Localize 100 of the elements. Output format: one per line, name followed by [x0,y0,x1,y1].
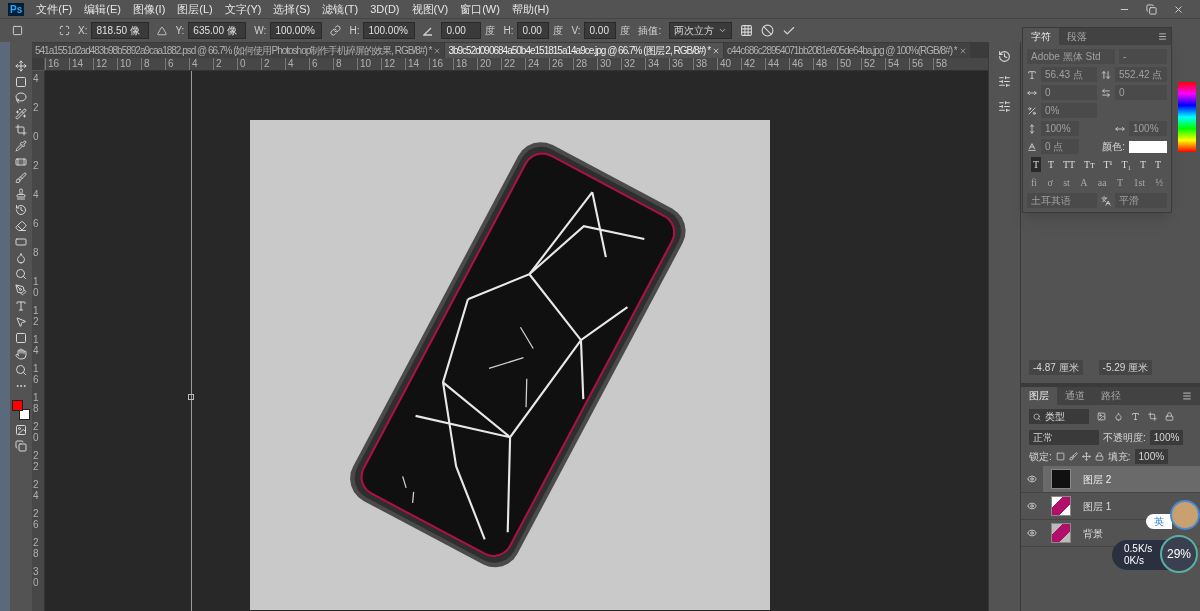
delta-icon[interactable] [157,25,168,36]
image-filter-icon[interactable] [1097,412,1106,421]
text-color-swatch[interactable] [1129,140,1167,153]
vertical-scale-field[interactable]: 100% [1041,121,1079,136]
type-style-button[interactable]: T¹ [1101,157,1115,172]
menu-item[interactable]: 图层(L) [177,0,213,18]
menu-item[interactable]: 选择(S) [273,0,311,18]
reference-point-icon[interactable] [59,25,70,36]
font-style-dropdown[interactable]: - [1119,49,1167,64]
transform-handle[interactable] [188,394,194,400]
wand-icon[interactable] [15,108,27,120]
menu-item[interactable]: 帮助(H) [511,0,550,18]
opentype-button[interactable]: fi [1031,175,1038,190]
screen-mode-icon[interactable] [15,440,27,452]
type-icon[interactable] [15,300,27,312]
interpolation-dropdown[interactable]: 两次立方 [669,22,733,39]
bandage-icon[interactable] [15,156,27,168]
panel-tab[interactable]: 段落 [1059,28,1095,45]
menu-item[interactable]: 图像(I) [132,0,166,18]
marquee-icon[interactable] [15,76,27,88]
adjustment-filter-icon[interactable] [1114,412,1123,421]
pen-icon[interactable] [15,284,27,296]
type-style-button[interactable]: TT [1060,157,1078,172]
panel-menu-icon[interactable] [1158,32,1167,41]
font-family-dropdown[interactable]: Adobe 黑体 Std [1027,49,1115,64]
ime-badge[interactable]: 英 [1146,514,1172,529]
height-field[interactable]: 100.00% [363,22,416,39]
opentype-button[interactable]: A [1080,175,1088,190]
lock-brush-icon[interactable] [1068,452,1078,461]
pointer-icon[interactable] [15,316,27,328]
language-dropdown[interactable]: 土耳其语 [1027,193,1097,208]
type-style-button[interactable]: T₁ [1119,157,1133,172]
visibility-icon[interactable] [1027,528,1037,538]
lock-icon[interactable] [1094,452,1104,461]
baseline-field[interactable]: 0 点 [1041,139,1079,154]
panel-tab[interactable]: 图层 [1021,387,1057,405]
tsume-field[interactable]: 0% [1041,103,1097,118]
zoom-icon[interactable] [15,364,27,376]
close-tab-icon[interactable] [712,46,721,55]
panel-tab[interactable]: 字符 [1023,28,1059,45]
y-field[interactable]: 635.00 像 [188,22,247,39]
opentype-button[interactable]: 1st [1133,175,1146,190]
warp-icon[interactable] [740,24,754,37]
opentype-button[interactable]: ơ [1047,175,1053,190]
color-spectrum[interactable] [1178,82,1196,152]
tracking-field[interactable]: 0 [1115,85,1167,100]
menu-item[interactable]: 文字(Y) [224,0,262,18]
hand-icon[interactable] [15,348,27,360]
opentype-button[interactable]: st [1063,175,1070,190]
lasso-icon[interactable] [15,92,27,104]
adjust-icon[interactable] [998,75,1011,88]
close-icon[interactable] [1173,3,1184,15]
fill-field[interactable]: 100% [1134,449,1169,464]
type-style-button[interactable]: Tт [1082,157,1097,172]
close-tab-icon[interactable] [958,46,967,55]
menu-item[interactable]: 3D(D) [370,0,400,18]
menu-item[interactable]: 编辑(E) [84,0,121,18]
droplet-icon[interactable] [15,252,27,264]
panel-tab[interactable]: 路径 [1093,387,1129,405]
leading-field[interactable]: 552.42 点 [1115,67,1167,82]
kerning-field[interactable]: 0 [1041,85,1097,100]
document-tab[interactable]: 3b9c52d090684a50b4e151815a14a9ce.jpg @ 66.7% (图层 2, RGB/8#) * [445,43,724,58]
history-brush-icon[interactable] [15,204,27,216]
blend-mode-dropdown[interactable]: 正常 [1029,430,1099,445]
rectangle-icon[interactable] [15,332,27,344]
eraser-icon[interactable] [15,220,27,232]
antialias-dropdown[interactable]: 平滑 [1115,193,1167,208]
lock-position-icon[interactable] [1081,452,1091,461]
horizontal-scale-field[interactable]: 100% [1129,121,1167,136]
type-style-button[interactable]: T [1031,157,1042,172]
width-field[interactable]: 100.00% [270,22,323,39]
link-icon[interactable] [330,25,342,36]
layer-row[interactable]: 图层 2 [1043,466,1200,492]
brush-icon[interactable] [15,172,27,184]
quick-mask-icon[interactable] [15,424,27,436]
move-icon[interactable] [15,60,27,72]
crop-icon[interactable] [15,124,27,136]
menu-item[interactable]: 文件(F) [36,0,73,18]
panel-tab[interactable]: 通道 [1057,387,1093,405]
properties-icon[interactable] [998,100,1011,113]
filter-dropdown[interactable]: 类型 [1029,409,1089,424]
transform-icon[interactable] [12,25,23,36]
document-tab[interactable]: c44c686c28954071bb2081e605de64ba.jpg @ 100%(RGB/8#) * [724,43,970,58]
color-swatches[interactable] [12,400,30,420]
menu-item[interactable]: 滤镜(T) [322,0,359,18]
type-style-button[interactable]: T [1137,157,1148,172]
cancel-icon[interactable] [761,24,775,37]
angle-field[interactable]: 0.00 [441,22,482,39]
document-tab[interactable]: 541a1551d2ad483b98b5892a9caa1882.psd @ 66.7% (如何使用Photoshop制作手机碎屏的效果, RGB/8#) * [32,43,445,58]
opacity-field[interactable]: 100% [1149,430,1184,445]
font-size-field[interactable]: 56.43 点 [1041,67,1097,82]
restore-icon[interactable] [1146,3,1157,15]
x-field[interactable]: 818.50 像 [91,22,150,39]
opentype-button[interactable]: aa [1097,175,1107,190]
panel-menu-icon[interactable] [1182,391,1192,401]
stamp-icon[interactable] [15,188,27,200]
skew-field[interactable]: 0.00 [517,22,550,39]
close-tab-icon[interactable] [433,46,442,55]
skew-field[interactable]: 0.00 [584,22,617,39]
history-icon[interactable] [998,50,1011,63]
